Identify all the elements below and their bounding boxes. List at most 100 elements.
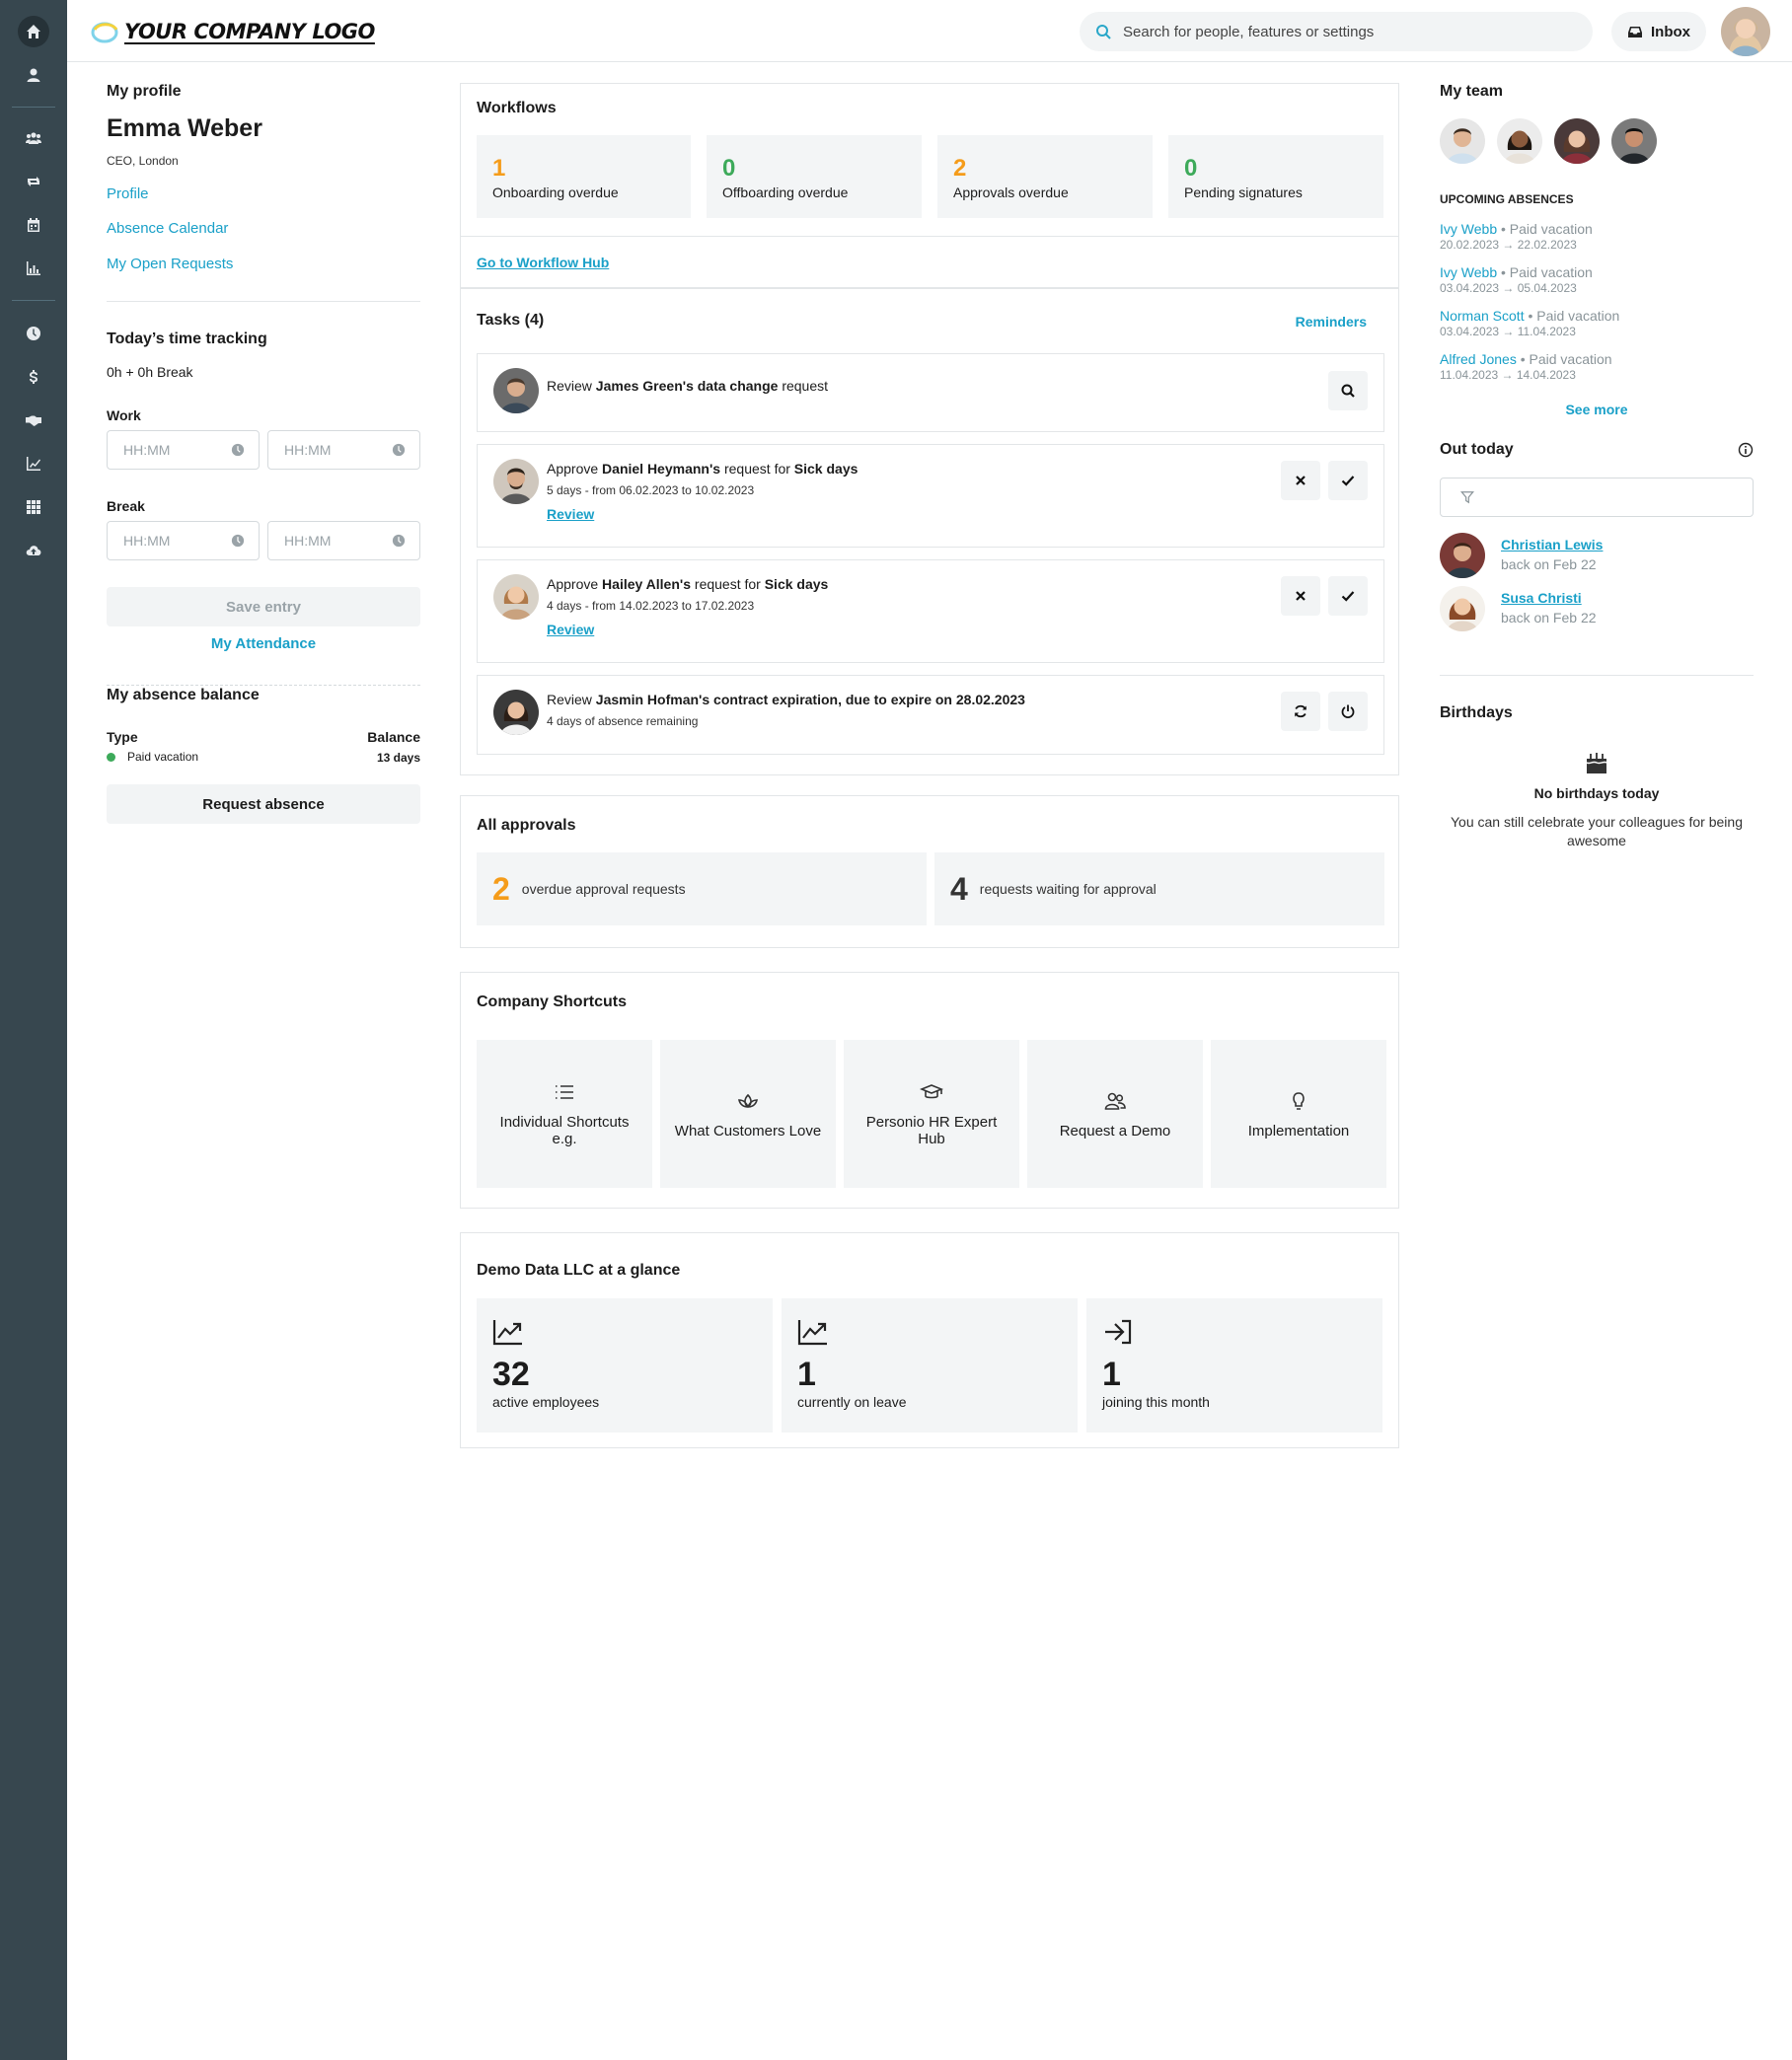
tasks-card: Tasks (4) Reminders Review James Green's…: [460, 288, 1399, 775]
glance-joining[interactable]: 1 joining this month: [1086, 1298, 1382, 1433]
user-avatar[interactable]: [1721, 7, 1770, 56]
absence-item[interactable]: Norman Scott • Paid vacation 03.04.2023 …: [1440, 308, 1619, 338]
user-icon[interactable]: [18, 59, 49, 91]
approve-button[interactable]: [1328, 576, 1368, 616]
save-entry-button[interactable]: Save entry: [107, 587, 420, 626]
shortcut-implementation[interactable]: Implementation: [1211, 1040, 1386, 1188]
tile-value: 1: [492, 155, 506, 182]
clock-icon[interactable]: [18, 318, 49, 349]
avatar: [493, 368, 539, 413]
open-requests-link[interactable]: My Open Requests: [107, 256, 233, 272]
absence-item[interactable]: Alfred Jones • Paid vacation 11.04.2023 …: [1440, 351, 1612, 382]
workflow-tile-approvals[interactable]: 2 Approvals overdue: [937, 135, 1153, 218]
absence-name[interactable]: Alfred Jones: [1440, 351, 1517, 367]
task-item[interactable]: Review Jasmin Hofman's contract expirati…: [477, 675, 1384, 755]
work-start-input[interactable]: HH:MM: [107, 430, 260, 470]
tile-value: 0: [1184, 155, 1198, 182]
decline-button[interactable]: [1281, 461, 1320, 500]
glance-on-leave[interactable]: 1 currently on leave: [782, 1298, 1078, 1433]
task-subtext: 4 days of absence remaining: [547, 714, 699, 728]
renew-button[interactable]: [1281, 692, 1320, 731]
task-item[interactable]: Approve Hailey Allen's request for Sick …: [477, 559, 1384, 663]
absence-item[interactable]: Ivy Webb • Paid vacation 20.02.2023 → 22…: [1440, 221, 1593, 252]
my-team-heading: My team: [1440, 83, 1504, 100]
cake-icon: [1586, 753, 1607, 773]
absence-name[interactable]: Norman Scott: [1440, 308, 1525, 324]
absence-type: Paid vacation: [127, 750, 199, 764]
team-member-avatar[interactable]: [1497, 118, 1542, 164]
absence-calendar-link[interactable]: Absence Calendar: [107, 220, 228, 237]
absence-dates: 20.02.2023 → 22.02.2023: [1440, 238, 1577, 252]
tile-value: 0: [722, 155, 736, 182]
reminders-link[interactable]: Reminders: [1296, 314, 1367, 330]
workflow-tile-signatures[interactable]: 0 Pending signatures: [1168, 135, 1383, 218]
profile-name: Emma Weber: [107, 114, 262, 142]
see-more-link[interactable]: See more: [1440, 402, 1754, 417]
team-member-avatar[interactable]: [1554, 118, 1600, 164]
out-today-person-name[interactable]: Susa Christi: [1501, 590, 1582, 606]
task-text: Review Jasmin Hofman's contract expirati…: [547, 692, 1025, 707]
absence-name[interactable]: Ivy Webb: [1440, 264, 1497, 280]
team-member-avatar[interactable]: [1440, 118, 1485, 164]
check-icon: [1341, 591, 1355, 602]
info-icon[interactable]: [1738, 442, 1754, 458]
decline-button[interactable]: [1281, 576, 1320, 616]
break-end-input[interactable]: HH:MM: [267, 521, 420, 560]
calendar-icon[interactable]: [18, 209, 49, 241]
workflow-tile-offboarding[interactable]: 0 Offboarding overdue: [707, 135, 922, 218]
review-link[interactable]: Review: [547, 506, 594, 522]
avatar: [493, 459, 539, 504]
grid-icon[interactable]: [18, 491, 49, 523]
review-link[interactable]: Review: [547, 622, 594, 637]
absence-type: • Paid vacation: [1497, 221, 1593, 237]
task-item[interactable]: Approve Daniel Heymann's request for Sic…: [477, 444, 1384, 548]
power-icon: [1341, 704, 1355, 718]
status-dot: [107, 752, 115, 762]
glance-active-employees[interactable]: 32 active employees: [477, 1298, 773, 1433]
search-input[interactable]: [1123, 23, 1557, 40]
out-today-filter[interactable]: [1440, 478, 1754, 517]
people-icon[interactable]: [18, 122, 49, 154]
cloud-upload-icon[interactable]: [18, 535, 49, 566]
profile-link[interactable]: Profile: [107, 185, 149, 202]
dollar-icon[interactable]: [18, 361, 49, 393]
birthdays-heading: Birthdays: [1440, 704, 1513, 721]
workflow-hub-link[interactable]: Go to Workflow Hub: [477, 255, 609, 270]
absence-type: • Paid vacation: [1516, 351, 1612, 367]
refresh-icon: [1295, 704, 1307, 718]
work-end-input[interactable]: HH:MM: [267, 430, 420, 470]
out-today-person-name[interactable]: Christian Lewis: [1501, 537, 1603, 552]
tile-value: 2: [953, 155, 967, 182]
task-subtext: 5 days - from 06.02.2023 to 10.02.2023: [547, 483, 755, 497]
handshake-icon[interactable]: [18, 405, 49, 436]
line-chart-icon[interactable]: [18, 448, 49, 479]
shortcut-individual[interactable]: Individual Shortcuts e.g.: [477, 1040, 652, 1188]
shortcut-customers-love[interactable]: What Customers Love: [660, 1040, 836, 1188]
workflow-tile-onboarding[interactable]: 1 Onboarding overdue: [477, 135, 691, 218]
overdue-approvals-tile[interactable]: 2 overdue approval requests: [477, 852, 927, 925]
work-end-placeholder: HH:MM: [284, 442, 332, 458]
tile-label: Pending signatures: [1184, 184, 1303, 200]
shortcut-request-demo[interactable]: Request a Demo: [1027, 1040, 1203, 1188]
no-birthdays-title: No birthdays today: [1533, 785, 1660, 801]
shortcut-hr-expert-hub[interactable]: Personio HR Expert Hub: [844, 1040, 1019, 1188]
sync-icon[interactable]: [18, 166, 49, 197]
logo-text: YOUR COMPANY LOGO: [124, 20, 375, 43]
my-attendance-link[interactable]: My Attendance: [107, 635, 420, 652]
view-task-button[interactable]: [1328, 371, 1368, 410]
inbox-button[interactable]: Inbox: [1611, 12, 1706, 51]
approve-button[interactable]: [1328, 461, 1368, 500]
break-start-input[interactable]: HH:MM: [107, 521, 260, 560]
request-absence-button[interactable]: Request absence: [107, 784, 420, 824]
inbox-icon: [1628, 27, 1642, 37]
task-item[interactable]: Review James Green's data change request: [477, 353, 1384, 432]
team-member-avatar[interactable]: [1611, 118, 1657, 164]
waiting-approvals-tile[interactable]: 4 requests waiting for approval: [934, 852, 1384, 925]
terminate-button[interactable]: [1328, 692, 1368, 731]
absence-name[interactable]: Ivy Webb: [1440, 221, 1497, 237]
home-icon[interactable]: [18, 16, 49, 47]
absence-item[interactable]: Ivy Webb • Paid vacation 03.04.2023 → 05…: [1440, 264, 1593, 295]
search-bar[interactable]: [1080, 12, 1593, 51]
bar-chart-icon[interactable]: [18, 253, 49, 284]
company-logo[interactable]: YOUR COMPANY LOGO: [91, 18, 375, 45]
